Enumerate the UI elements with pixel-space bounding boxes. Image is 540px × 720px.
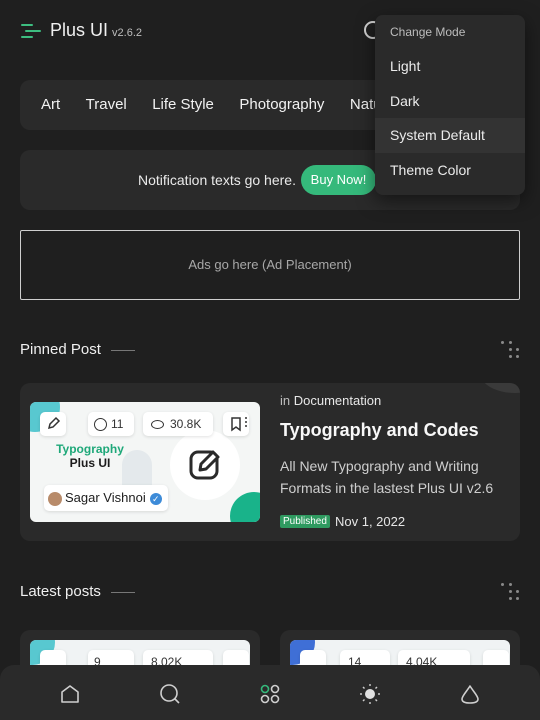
thumbnail-title-line1: Typography: [56, 442, 124, 456]
apps-icon[interactable]: [259, 683, 281, 705]
dropdown-title: Change Mode: [390, 25, 466, 39]
thumbnail-title-line2: Plus UI: [69, 456, 111, 470]
category-link[interactable]: Life Style: [152, 80, 214, 130]
comment-count[interactable]: 11: [88, 412, 134, 436]
post-title[interactable]: Typography and Codes: [280, 420, 479, 441]
eye-icon: [151, 420, 164, 430]
site-title[interactable]: Plus UI v2.6.2: [50, 20, 142, 41]
mode-system-default[interactable]: System Default: [375, 118, 525, 153]
pinned-heading: Pinned Post: [20, 341, 135, 358]
heading-line: [110, 591, 135, 593]
latest-title: Latest posts: [20, 583, 101, 600]
author-badge[interactable]: Sagar Vishnoi ✓: [44, 485, 168, 511]
ad-placement: Ads go here (Ad Placement): [20, 230, 520, 300]
heading-line: [110, 349, 135, 351]
edit-post-button[interactable]: [40, 412, 66, 436]
dots-decoration: [500, 582, 520, 602]
status-badge: Published: [280, 515, 330, 528]
site-version: v2.6.2: [112, 27, 142, 39]
post-date: Nov 1, 2022: [335, 514, 406, 529]
mode-dropdown: Change Mode Light Dark System Default Th…: [375, 15, 525, 195]
edit-icon: [170, 430, 240, 500]
post-description: All New Typography and Writing Formats i…: [280, 458, 494, 496]
dots-decoration: [500, 340, 520, 360]
post-category: in Documentation: [280, 393, 381, 408]
site-name: Plus UI: [50, 20, 109, 40]
bookmark-button[interactable]: [223, 412, 249, 436]
home-icon[interactable]: [59, 683, 81, 705]
mode-dark[interactable]: Dark: [375, 84, 525, 119]
hamburger-icon[interactable]: [21, 24, 41, 38]
notification-text: Notification texts go here.: [138, 172, 296, 188]
thumbnail-title: Typography Plus UI: [50, 442, 130, 470]
latest-heading: Latest posts: [20, 583, 135, 600]
view-count-value: 30.8K: [170, 417, 202, 431]
scroll-top-icon[interactable]: [459, 683, 481, 705]
comment-count-value: 11: [111, 417, 124, 431]
category-link[interactable]: Art: [41, 80, 60, 130]
buy-now-button[interactable]: Buy Now!: [301, 165, 376, 195]
category-link[interactable]: Travel: [86, 80, 127, 130]
author-name: Sagar Vishnoi: [65, 490, 146, 505]
category-link[interactable]: Documentation: [294, 393, 381, 408]
category-link[interactable]: Photography: [239, 80, 324, 130]
category-prefix: in: [280, 393, 291, 408]
theme-icon[interactable]: [359, 683, 381, 705]
search-icon[interactable]: [159, 683, 181, 705]
post-thumbnail[interactable]: Typography Plus UI 11 30.8K Sagar Vishno…: [30, 402, 260, 522]
mode-theme-color[interactable]: Theme Color: [375, 153, 525, 188]
view-count: 30.8K: [143, 412, 213, 436]
bottom-navigation: [0, 665, 540, 720]
avatar: [48, 491, 62, 506]
corner-decoration: [480, 383, 520, 393]
comment-icon: [94, 418, 107, 432]
verified-icon: ✓: [149, 492, 162, 505]
pinned-post-card[interactable]: Typography Plus UI 11 30.8K Sagar Vishno…: [20, 383, 520, 541]
pinned-title: Pinned Post: [20, 341, 101, 358]
mode-light[interactable]: Light: [375, 49, 525, 84]
